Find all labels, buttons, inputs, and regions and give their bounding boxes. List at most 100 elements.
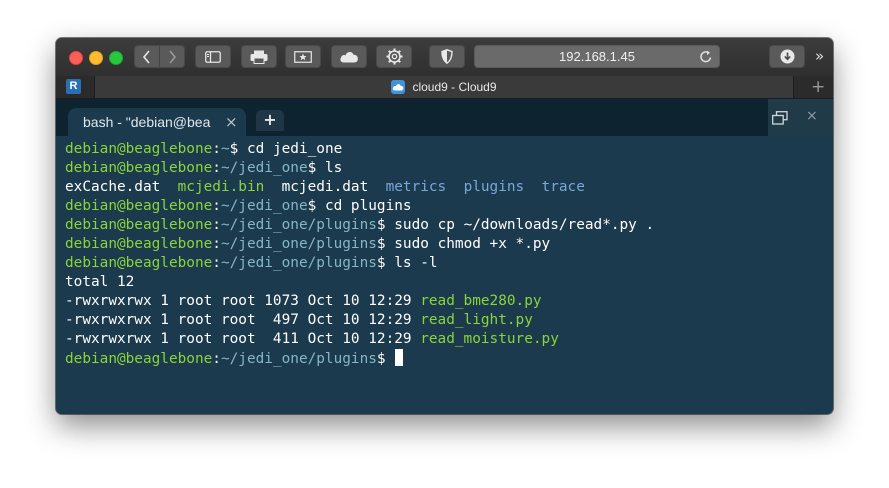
maximize-window-button[interactable] <box>109 51 123 65</box>
prompt-path: ~/jedi_one <box>220 160 308 176</box>
file-name: read_moisture.py <box>420 331 559 347</box>
more-tools-chevron[interactable]: » <box>815 48 824 64</box>
prompt-symbol: $ <box>376 236 386 252</box>
command-text: sudo chmod +x *.py <box>385 236 551 252</box>
prompt-separator: : <box>212 217 221 233</box>
prompt-symbol: $ <box>307 160 317 176</box>
gear-icon <box>386 48 402 65</box>
privacy-button[interactable] <box>429 45 465 68</box>
prompt-user: debian@beaglebone <box>65 236 213 252</box>
bookmark-button[interactable] <box>285 45 321 68</box>
minimize-window-button[interactable] <box>89 51 103 65</box>
file-meta: -rwxrwxrwx 1 root root 497 Oct 10 12:29 <box>65 312 421 328</box>
cloud-icon <box>340 52 358 63</box>
terminal-line: total 12 <box>65 273 833 292</box>
file-meta: -rwxrwxrwx 1 root root 1073 Oct 10 12:29 <box>65 293 421 309</box>
settings-button[interactable] <box>376 45 412 68</box>
output-text: total 12 <box>65 274 135 290</box>
browser-tab-cloud9[interactable]: cloud9 - Cloud9 <box>94 76 794 98</box>
ls-spacer <box>160 179 177 195</box>
prompt-user: debian@beaglebone <box>65 160 213 176</box>
nav-buttons <box>134 45 185 68</box>
command-text <box>386 351 395 367</box>
forward-button[interactable] <box>159 46 184 67</box>
prompt-path: ~ <box>220 141 230 157</box>
ls-entry: mcjedi.bin <box>177 179 265 195</box>
cloud9-icon <box>391 80 406 94</box>
prompt-separator: : <box>212 351 221 367</box>
browser-toolbar: 192.168.1.45 » <box>56 38 833 77</box>
bookmark-icon <box>294 50 312 63</box>
ls-entry: trace <box>541 179 585 195</box>
terminal-line: debian@beaglebone:~/jedi_one$ cd plugins <box>65 197 833 216</box>
close-window-button[interactable] <box>69 51 83 65</box>
terminal-tab-label: bash - "debian@bea <box>83 114 211 130</box>
download-icon <box>780 49 794 64</box>
ls-entry: exCache.dat <box>65 179 161 195</box>
prompt-separator: : <box>212 141 221 157</box>
restore-panel-button[interactable] <box>768 106 792 130</box>
file-name: read_bme280.py <box>420 293 542 309</box>
file-name: read_light.py <box>420 312 533 328</box>
prompt-user: debian@beaglebone <box>65 141 213 157</box>
prompt-symbol: $ <box>307 198 317 214</box>
tab-center: cloud9 - Cloud9 <box>95 76 793 98</box>
ls-spacer <box>368 179 385 195</box>
prompt-path: ~/jedi_one <box>220 198 308 214</box>
prompt-symbol: $ <box>376 351 386 367</box>
prompt-symbol: $ <box>229 141 239 157</box>
prompt-user: debian@beaglebone <box>65 351 213 367</box>
sidebar-button[interactable] <box>195 45 231 68</box>
terminal-line: debian@beaglebone:~/jedi_one/plugins$ <box>65 349 833 368</box>
prompt-path: ~/jedi_one/plugins <box>220 255 377 271</box>
command-text: ls <box>316 160 343 176</box>
icloud-button[interactable] <box>331 45 367 68</box>
ls-spacer <box>446 179 463 195</box>
browser-tab-title: cloud9 - Cloud9 <box>412 80 497 94</box>
browser-tab-bar: R cloud9 - Cloud9 + <box>56 76 833 99</box>
prompt-separator: : <box>212 198 221 214</box>
terminal-output[interactable]: debian@beaglebone:~$ cd jedi_one debian@b… <box>56 136 833 414</box>
prompt-user: debian@beaglebone <box>65 217 213 233</box>
pinned-tab-r[interactable]: R <box>66 79 81 94</box>
command-text: ls -l <box>385 255 438 271</box>
restore-icon <box>772 111 788 125</box>
ls-entry: plugins <box>463 179 525 195</box>
terminal-line: debian@beaglebone:~/jedi_one/plugins$ su… <box>65 235 833 254</box>
terminal-tab[interactable]: bash - "debian@bea × <box>68 108 246 136</box>
address-bar[interactable]: 192.168.1.45 <box>474 45 720 68</box>
file-meta: -rwxrwxrwx 1 root root 411 Oct 10 12:29 <box>65 331 421 347</box>
terminal-line: -rwxrwxrwx 1 root root 1073 Oct 10 12:29… <box>65 292 833 311</box>
terminal-line: debian@beaglebone:~/jedi_one/plugins$ ls… <box>65 254 833 273</box>
back-button[interactable] <box>135 46 159 67</box>
panel-close-icon[interactable]: × <box>806 108 818 124</box>
prompt-separator: : <box>212 160 221 176</box>
print-button[interactable] <box>241 45 277 68</box>
command-text: cd plugins <box>316 198 412 214</box>
ls-spacer <box>264 179 281 195</box>
prompt-path: ~/jedi_one/plugins <box>220 351 377 367</box>
add-terminal-tab-button[interactable]: + <box>256 110 284 131</box>
browser-window: 192.168.1.45 » R cloud9 - Cloud9 + bash … <box>56 38 833 414</box>
print-icon <box>250 50 268 64</box>
prompt-user: debian@beaglebone <box>65 255 213 271</box>
sidebar-icon <box>205 50 221 63</box>
ide-tab-strip: bash - "debian@bea × + × <box>56 99 833 136</box>
prompt-separator: : <box>212 255 221 271</box>
close-icon[interactable]: × <box>225 113 238 131</box>
terminal-line: debian@beaglebone:~/jedi_one/plugins$ su… <box>65 216 833 235</box>
terminal-line: -rwxrwxrwx 1 root root 497 Oct 10 12:29 … <box>65 311 833 330</box>
prompt-separator: : <box>212 236 221 252</box>
command-text: sudo cp ~/downloads/read*.py . <box>385 217 655 233</box>
prompt-symbol: $ <box>376 217 386 233</box>
terminal-line: debian@beaglebone:~$ cd jedi_one <box>65 140 833 159</box>
reload-icon[interactable] <box>699 49 713 64</box>
ls-entry: mcjedi.dat <box>281 179 369 195</box>
terminal-cursor <box>395 349 404 366</box>
back-icon <box>142 49 150 64</box>
new-tab-button[interactable]: + <box>811 78 825 96</box>
command-text: cd jedi_one <box>238 141 343 157</box>
downloads-button[interactable] <box>769 45 805 68</box>
ls-entry: metrics <box>385 179 447 195</box>
ls-spacer <box>524 179 541 195</box>
